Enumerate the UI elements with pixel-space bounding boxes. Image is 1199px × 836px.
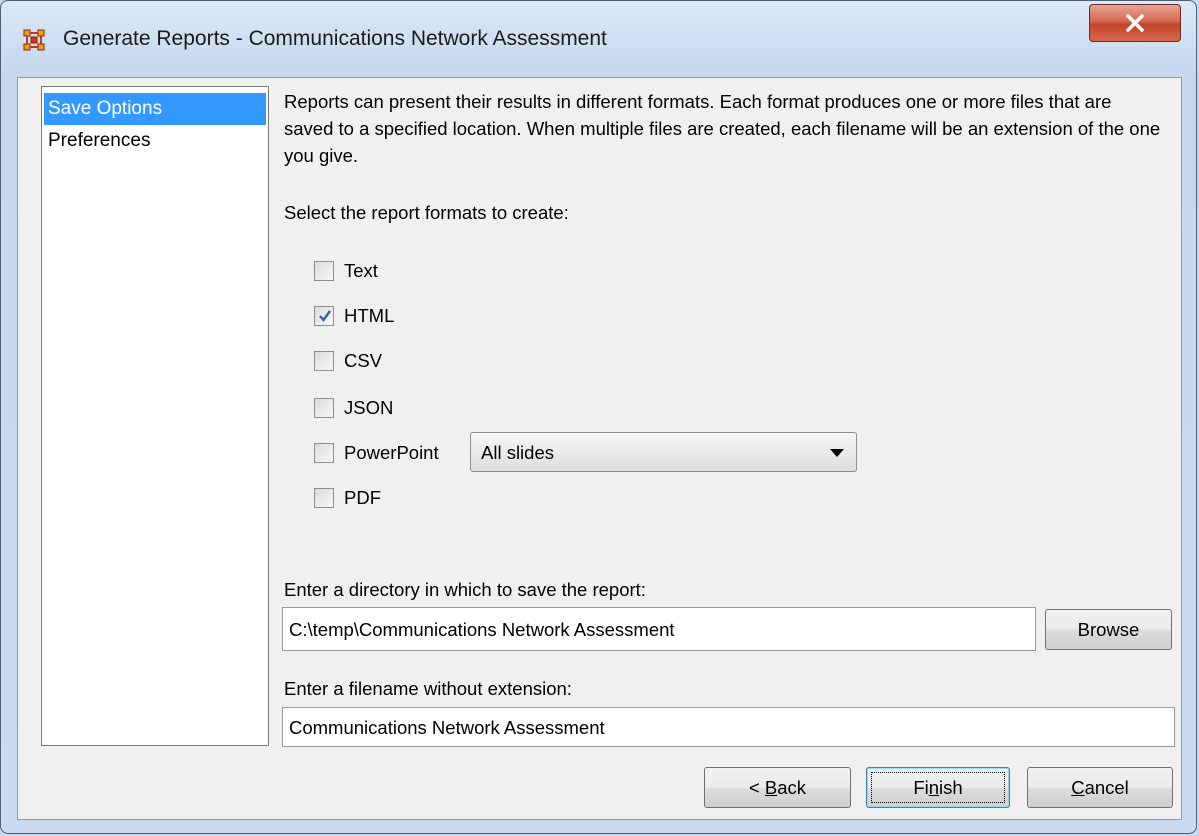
filename-input[interactable]: Communications Network Assessment xyxy=(282,707,1175,747)
csv-checkbox-label: CSV xyxy=(344,350,383,371)
back-button-label-pre: < xyxy=(748,777,765,798)
dialog-content: Save Options Preferences Reports can pre… xyxy=(17,77,1182,820)
nav-item-preferences[interactable]: Preferences xyxy=(44,125,266,157)
format-csv-row[interactable]: CSV xyxy=(314,349,382,373)
filename-prompt: Enter a filename without extension: xyxy=(284,678,572,699)
close-button[interactable] xyxy=(1089,4,1181,42)
format-pdf-row[interactable]: PDF xyxy=(314,486,381,510)
back-button-mnemonic: B xyxy=(764,777,778,798)
csv-checkbox[interactable] xyxy=(314,351,334,371)
format-html-row[interactable]: HTML xyxy=(314,304,394,328)
back-button-label-post: ack xyxy=(777,777,807,798)
powerpoint-checkbox-label: PowerPoint xyxy=(344,442,439,463)
html-checkbox-label: HTML xyxy=(344,305,395,326)
directory-prompt: Enter a directory in which to save the r… xyxy=(284,579,646,600)
powerpoint-checkbox[interactable] xyxy=(314,443,334,463)
html-checkbox[interactable] xyxy=(314,306,334,326)
cancel-button-mnemonic: C xyxy=(1071,777,1085,798)
json-checkbox[interactable] xyxy=(314,398,334,418)
json-checkbox-label: JSON xyxy=(344,397,394,418)
format-powerpoint-row[interactable]: PowerPoint xyxy=(314,441,439,465)
format-text-row[interactable]: Text xyxy=(314,259,378,283)
filename-input-value: Communications Network Assessment xyxy=(289,717,605,738)
description-text: Reports can present their results in dif… xyxy=(284,91,1161,166)
network-icon xyxy=(23,29,45,51)
finish-button[interactable]: Finish xyxy=(866,767,1010,808)
checkmark-icon xyxy=(319,310,331,322)
powerpoint-slides-select[interactable]: All slides xyxy=(470,432,857,472)
pdf-checkbox[interactable] xyxy=(314,488,334,508)
formats-prompt: Select the report formats to create: xyxy=(284,202,569,223)
powerpoint-slides-value: All slides xyxy=(481,442,554,463)
title-bar[interactable]: Generate Reports - Communications Networ… xyxy=(1,1,1196,77)
text-checkbox[interactable] xyxy=(314,261,334,281)
back-button[interactable]: < Back xyxy=(704,767,851,808)
close-x-icon xyxy=(1126,14,1144,32)
cancel-button-label-post: ancel xyxy=(1084,777,1129,798)
options-nav-list: Save Options Preferences xyxy=(41,86,269,746)
triangle-down-icon xyxy=(830,449,844,457)
directory-input[interactable]: C:\temp\Communications Network Assessmen… xyxy=(282,607,1036,651)
text-checkbox-label: Text xyxy=(344,260,378,281)
window-title: Generate Reports - Communications Networ… xyxy=(63,27,607,50)
cancel-button[interactable]: Cancel xyxy=(1027,767,1173,808)
pdf-checkbox-label: PDF xyxy=(344,487,381,508)
directory-input-value: C:\temp\Communications Network Assessmen… xyxy=(289,619,675,640)
nav-item-save-options[interactable]: Save Options xyxy=(44,93,266,125)
format-json-row[interactable]: JSON xyxy=(314,396,393,420)
browse-button[interactable]: Browse xyxy=(1045,609,1172,650)
dialog-window: Generate Reports - Communications Networ… xyxy=(0,0,1197,834)
focus-ring xyxy=(871,772,1005,803)
